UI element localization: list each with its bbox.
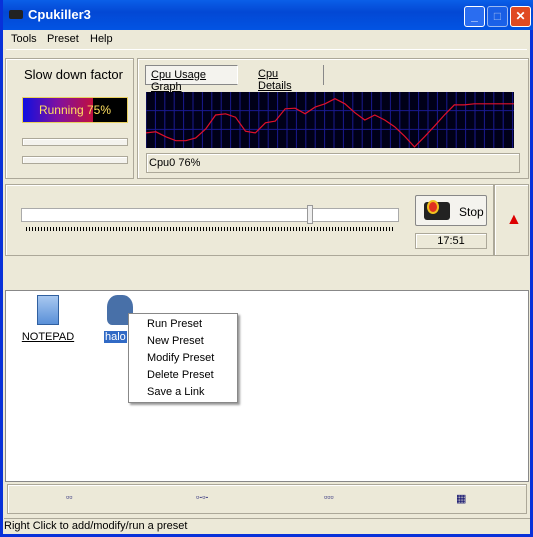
collapse-button[interactable]: ▲ [494,184,529,256]
slow-down-label: Slow down factor [24,67,123,82]
slow-down-slider-track[interactable] [21,208,399,222]
window-title: Cpukiller3 [28,7,91,22]
cpu-readout: Cpu0 76% [146,153,520,173]
slider-thumb[interactable] [306,205,313,224]
tab-cpu-details[interactable]: Cpu Details [244,65,324,92]
slider-ticks [26,227,394,231]
minimize-button[interactable]: _ [464,6,485,27]
graph-panel: Cpu Usage Graph Cpu Details Cpu0 76% [137,58,529,179]
running-progress: Running 75% [22,97,128,123]
menu-preset[interactable]: Preset [47,33,79,45]
control-panel: Stop 17:51 [5,184,494,256]
list-view-button[interactable]: ▫▫▫ [324,492,334,502]
status-bar: Right Click to add/modify/run a preset [4,518,530,532]
small-icons-view-button[interactable]: ▫-▫- [196,492,208,502]
burning-chip-icon [424,200,450,220]
app-window: Cpukiller3 _ □ ✕ Tools Preset Help Slow … [0,0,533,537]
menu-item-run-preset[interactable]: Run Preset [147,318,202,330]
maximize-button[interactable]: □ [487,6,508,27]
menu-item-delete-preset[interactable]: Delete Preset [147,369,214,381]
context-menu: Run Preset New Preset Modify Preset Dele… [128,313,238,403]
notepad-icon [37,295,59,325]
cpu-usage-line [146,98,514,148]
menu-help[interactable]: Help [90,33,113,45]
slow-down-panel: Slow down factor Running 75% [5,58,134,179]
timer-display: 17:51 [415,233,487,249]
app-chip-icon [9,10,23,19]
preset-area: NOTEPAD halo [5,290,529,482]
menu-bar: Tools Preset Help [6,30,527,50]
menu-item-new-preset[interactable]: New Preset [147,335,204,347]
menu-item-save-link[interactable]: Save a Link [147,386,204,398]
view-toolbar: ▫▫ ▫-▫- ▫▫▫ ▦ [7,484,527,514]
close-button[interactable]: ✕ [510,6,531,27]
menu-tools[interactable]: Tools [11,33,37,45]
large-icons-view-button[interactable]: ▫▫ [66,492,72,502]
tab-cpu-usage-graph[interactable]: Cpu Usage Graph [145,65,238,93]
preset-notepad[interactable]: NOTEPAD [18,295,78,343]
title-bar: Cpukiller3 _ □ ✕ [3,0,533,30]
progress-slot-2 [22,156,128,164]
details-view-button[interactable]: ▦ [456,492,466,505]
progress-slot-1 [22,138,128,146]
menu-item-modify-preset[interactable]: Modify Preset [147,352,214,364]
red-arrow-up-icon: ▲ [506,211,522,228]
running-status: Running 75% [38,103,112,117]
stop-button[interactable]: Stop [415,195,487,226]
cpu-usage-graph [146,92,514,148]
